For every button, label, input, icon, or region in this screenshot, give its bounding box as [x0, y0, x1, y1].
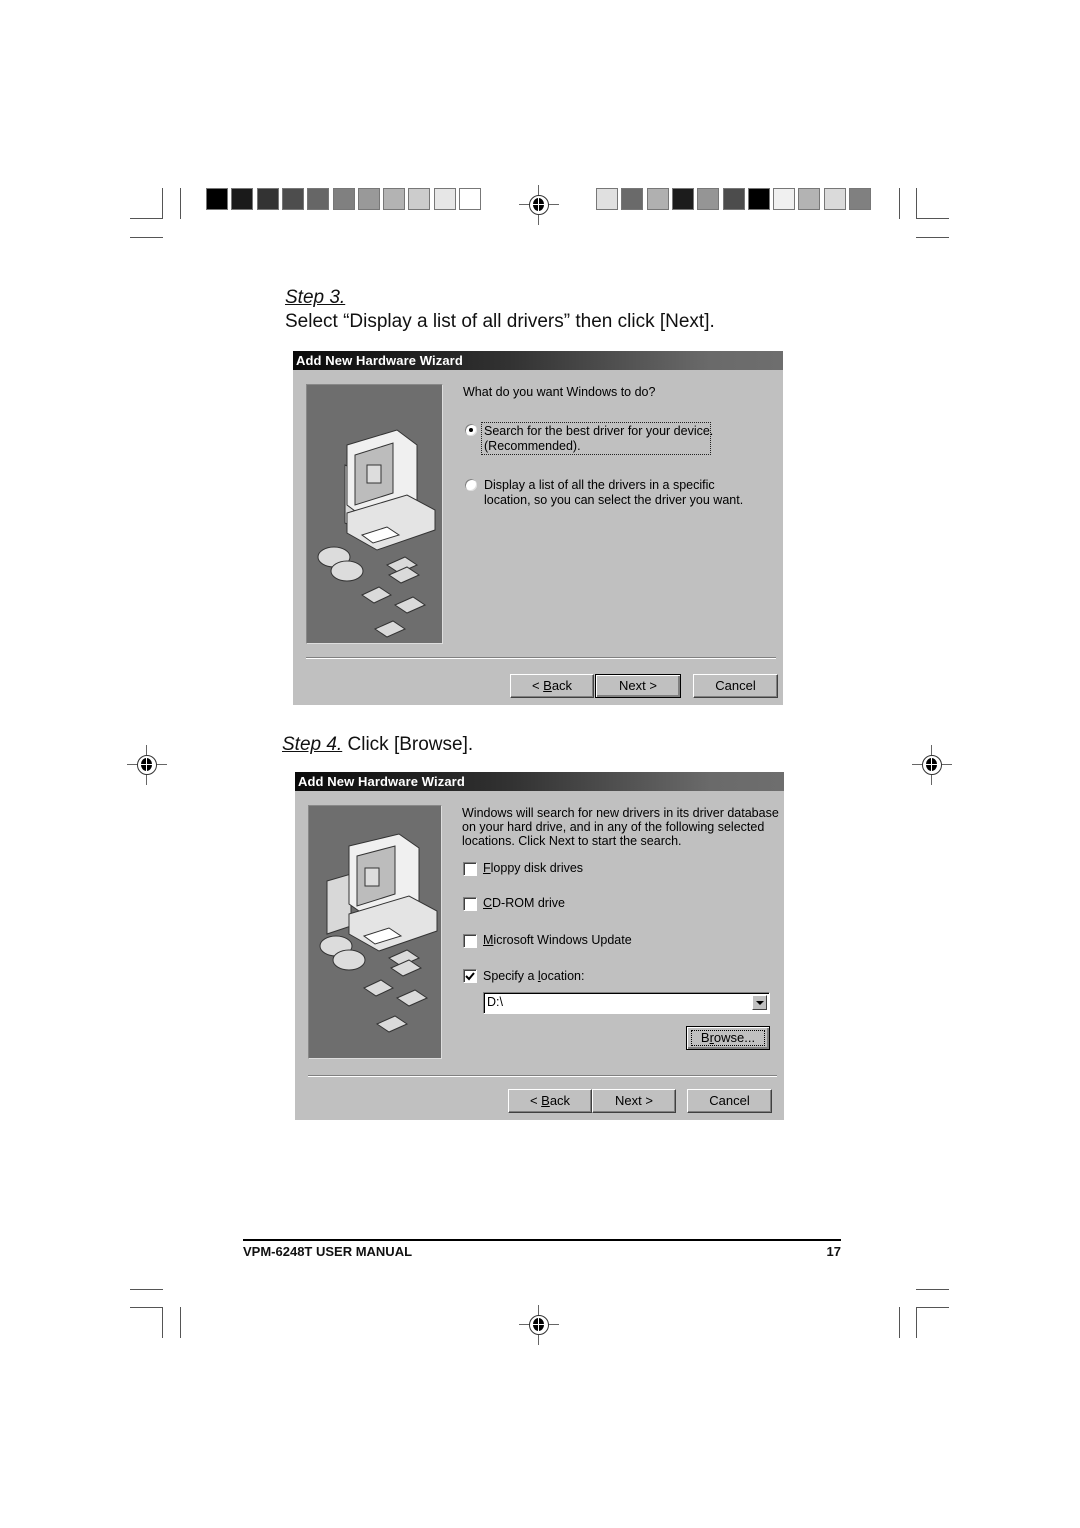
checkbox-windows-update[interactable]	[463, 934, 477, 948]
calibration-swatch	[596, 188, 618, 210]
registration-mark-icon	[519, 185, 559, 225]
dialog-separator	[306, 657, 776, 659]
calibration-swatch	[823, 188, 846, 210]
calibration-swatch	[697, 188, 720, 210]
checkmark-icon	[465, 972, 475, 981]
next-button[interactable]: Next >	[592, 1089, 676, 1113]
wizard-illustration	[308, 805, 442, 1059]
checkbox-cdrom[interactable]	[463, 897, 477, 911]
checkbox-floppy-label[interactable]: Floppy disk drives	[483, 861, 583, 876]
dialog-description: on your hard drive, and in any of the fo…	[462, 820, 765, 834]
calibration-swatch	[671, 188, 694, 210]
checkbox-specify-location-label[interactable]: Specify a location:	[483, 969, 584, 984]
crop-mark	[130, 218, 163, 219]
calibration-swatch	[621, 188, 644, 210]
step4-instruction: Click [Browse].	[347, 734, 474, 755]
crop-mark	[130, 237, 163, 238]
crop-mark	[162, 188, 163, 219]
crop-mark	[180, 1307, 181, 1338]
computer-illustration-icon	[319, 833, 438, 1033]
dropdown-arrow-icon[interactable]	[752, 995, 767, 1010]
wizard-illustration	[306, 384, 443, 644]
cancel-button[interactable]: Cancel	[693, 674, 778, 698]
calibration-swatch	[646, 188, 669, 210]
calibration-swatch	[459, 188, 481, 210]
calibration-swatch	[332, 188, 355, 210]
dialog-titlebar: Add New Hardware Wizard	[295, 772, 784, 791]
radio-display-driver-list-label-2[interactable]: location, so you can select the driver y…	[484, 493, 743, 508]
dialog-description: locations. Click Next to start the searc…	[462, 834, 682, 848]
calibration-swatch	[307, 188, 330, 210]
checkbox-windows-update-label[interactable]: Microsoft Windows Update	[483, 933, 632, 948]
crop-mark	[180, 188, 181, 219]
calibration-swatch	[383, 188, 406, 210]
calibration-swatch	[231, 188, 254, 210]
focus-rect	[691, 1030, 765, 1046]
calibration-swatch	[281, 188, 304, 210]
dialog-prompt: What do you want Windows to do?	[463, 385, 656, 399]
crop-mark	[916, 188, 917, 219]
radio-search-best-driver-label-2[interactable]: (Recommended).	[484, 439, 581, 454]
radio-display-driver-list[interactable]	[464, 478, 478, 492]
checkbox-specify-location[interactable]	[463, 969, 477, 983]
footer-rule	[243, 1239, 841, 1241]
dialog-separator	[308, 1075, 777, 1077]
crop-mark	[916, 1307, 917, 1338]
step3-label: Step 3.	[285, 287, 346, 308]
dialog-description: Windows will search for new drivers in i…	[462, 806, 779, 820]
cancel-button[interactable]: Cancel	[687, 1089, 772, 1113]
calibration-swatch	[256, 188, 279, 210]
radio-search-best-driver-label[interactable]: Search for the best driver for your devi…	[484, 424, 713, 439]
registration-mark-icon	[912, 745, 952, 785]
back-button[interactable]: < Back	[508, 1089, 592, 1113]
calibration-swatch	[722, 188, 745, 210]
calibration-swatch	[798, 188, 821, 210]
calibration-swatch	[773, 188, 796, 210]
crop-mark	[916, 218, 949, 219]
registration-mark-icon	[127, 745, 167, 785]
crop-mark	[130, 1289, 163, 1290]
registration-mark-icon	[519, 1305, 559, 1345]
crop-mark	[899, 1307, 900, 1338]
computer-illustration-icon	[317, 429, 436, 638]
calibration-swatch	[849, 188, 871, 210]
calibration-swatch	[206, 188, 228, 210]
crop-mark	[130, 1307, 163, 1308]
step4-heading: Step 4. Click [Browse].	[282, 734, 473, 756]
wizard-dialog-step3: Add New Hardware Wizard What do you want…	[293, 351, 783, 705]
back-button[interactable]: < Back	[510, 674, 594, 698]
dialog-titlebar: Add New Hardware Wizard	[293, 351, 783, 370]
calibration-swatch	[747, 188, 770, 210]
next-button[interactable]: Next >	[595, 674, 681, 698]
wizard-dialog-step4: Add New Hardware Wizard Windows will sea…	[295, 772, 784, 1120]
checkbox-cdrom-label[interactable]: CD-ROM drive	[483, 896, 565, 911]
location-value[interactable]: D:\	[487, 995, 503, 1009]
step4-label: Step 4.	[282, 734, 343, 755]
crop-mark	[916, 1307, 949, 1308]
crop-mark	[916, 1289, 949, 1290]
step3-instruction: Select “Display a list of all drivers” t…	[285, 311, 715, 332]
calibration-swatch	[433, 188, 456, 210]
browse-button[interactable]: Browse...	[686, 1026, 770, 1050]
crop-mark	[916, 237, 949, 238]
crop-mark	[162, 1307, 163, 1338]
radio-display-driver-list-label[interactable]: Display a list of all the drivers in a s…	[484, 478, 715, 493]
location-combobox[interactable]: D:\	[483, 992, 770, 1014]
radio-search-best-driver[interactable]	[464, 423, 478, 437]
checkbox-floppy[interactable]	[463, 862, 477, 876]
page-number: 17	[826, 1244, 841, 1259]
calibration-swatch	[357, 188, 380, 210]
crop-mark	[899, 188, 900, 219]
footer-manual-title: VPM-6248T USER MANUAL	[243, 1244, 413, 1259]
calibration-swatch	[408, 188, 431, 210]
